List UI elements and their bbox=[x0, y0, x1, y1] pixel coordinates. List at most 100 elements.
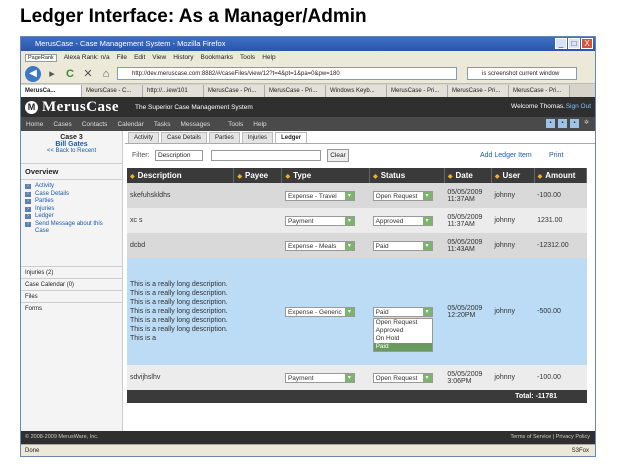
type-select[interactable]: Expense - Meals ▾ bbox=[284, 240, 355, 251]
date-text: 05/05/2009 bbox=[447, 213, 483, 221]
menu-edit[interactable]: Edit bbox=[134, 54, 145, 61]
menu-help[interactable]: Help bbox=[262, 54, 275, 61]
status-select[interactable]: Open Request ▾ bbox=[372, 372, 433, 383]
col-description[interactable]: ◆ Description bbox=[127, 168, 235, 183]
type-select[interactable]: Expense - Travel ▾ bbox=[284, 190, 355, 201]
status-select[interactable]: Paid ▾ bbox=[372, 240, 433, 251]
browser-tab[interactable]: MerusCase - Pri... bbox=[387, 85, 448, 97]
cell-date: 05/05/2009 12:20PM bbox=[444, 258, 492, 365]
filter-field-select[interactable]: Description bbox=[155, 150, 203, 161]
nav-help[interactable]: Help bbox=[253, 121, 266, 128]
doc-icon[interactable]: ▪ bbox=[570, 119, 579, 128]
close-button[interactable]: X bbox=[581, 38, 593, 49]
signout-link[interactable]: Sign Out bbox=[566, 103, 591, 110]
option-paid[interactable]: Paid bbox=[373, 343, 432, 351]
sidebar-item-send-message[interactable]: › Send Message about this Case bbox=[25, 221, 118, 236]
tab-case-details[interactable]: Case Details bbox=[161, 132, 208, 143]
browser-statusbar: Done S3Fox bbox=[21, 444, 595, 456]
nav-tools[interactable]: Tools bbox=[228, 121, 243, 128]
browser-tab[interactable]: MerusCase - Pri... bbox=[204, 85, 265, 97]
col-amount[interactable]: ◆ Amount bbox=[534, 168, 588, 183]
table-row[interactable]: dcbd Expense - Meals ▾ Paid ▾ 05/05/2009 11… bbox=[127, 233, 587, 258]
sidebar-item-activity[interactable]: › Activity bbox=[25, 183, 118, 191]
nav-cases[interactable]: Cases bbox=[53, 121, 71, 128]
col-date[interactable]: ◆ Date bbox=[444, 168, 492, 183]
clear-button[interactable]: Clear bbox=[327, 149, 349, 162]
type-value: Expense - Meals bbox=[287, 242, 337, 250]
sidebar-item-case-details[interactable]: › Case Details bbox=[25, 191, 118, 199]
browser-tab[interactable]: MerusCase - Pri... bbox=[509, 85, 570, 97]
option-open-request[interactable]: Open Request bbox=[374, 319, 432, 327]
home-button[interactable]: ⌂ bbox=[99, 68, 113, 80]
tab-injuries[interactable]: Injuries bbox=[241, 132, 274, 143]
browser-tab[interactable]: MeursCase - C... bbox=[82, 85, 143, 97]
menu-tools[interactable]: Tools bbox=[240, 54, 255, 61]
table-row-selected[interactable]: This is a really long description. This … bbox=[127, 258, 587, 365]
status-select[interactable]: Paid ▾ bbox=[372, 306, 433, 317]
browser-tab[interactable]: MerusCase - Pri... bbox=[448, 85, 509, 97]
user-icon[interactable]: ▪ bbox=[558, 119, 567, 128]
sidebar-section-injuries[interactable]: Injuries (2) bbox=[21, 266, 122, 278]
nav-home[interactable]: Home bbox=[26, 121, 43, 128]
print-link[interactable]: Print bbox=[549, 152, 563, 159]
minimize-button[interactable]: _ bbox=[555, 38, 567, 49]
option-on-hold[interactable]: On Hold bbox=[374, 335, 432, 343]
pagerank-badge[interactable]: PageRank bbox=[25, 53, 57, 62]
sidebar-item-ledger[interactable]: › Ledger bbox=[25, 213, 118, 221]
option-approved[interactable]: Approved bbox=[374, 327, 432, 335]
nav-contacts[interactable]: Contacts bbox=[82, 121, 108, 128]
type-select[interactable]: Expense - Generic ▾ bbox=[284, 306, 355, 317]
tab-ledger[interactable]: Ledger bbox=[275, 132, 308, 143]
back-button[interactable]: ◀ bbox=[25, 65, 41, 82]
nav-calendar[interactable]: Calendar bbox=[117, 121, 143, 128]
cell-payee bbox=[233, 258, 282, 365]
sidebar-section-forms[interactable]: Forms bbox=[21, 302, 122, 314]
filter-input[interactable] bbox=[211, 150, 321, 161]
chat-icon[interactable]: ▪ bbox=[546, 119, 555, 128]
s3fox-icon[interactable]: S3Fox bbox=[572, 445, 589, 456]
url-bar[interactable]: http://dev.meruscase.com:8882/#/caseFile… bbox=[117, 67, 457, 80]
col-type[interactable]: ◆ Type bbox=[281, 168, 371, 183]
sidebar-section-files[interactable]: Files bbox=[21, 290, 122, 302]
footer-links[interactable]: Terms of Service | Privacy Policy bbox=[510, 431, 590, 444]
sidebar-item-injuries[interactable]: › Injuries bbox=[25, 206, 118, 214]
browser-tab[interactable]: Windows Keyb... bbox=[326, 85, 387, 97]
table-row[interactable]: skefuhskldhs Expense - Travel ▾ Open Requ… bbox=[127, 183, 587, 208]
col-user[interactable]: ◆ User bbox=[491, 168, 535, 183]
app-header: M MerusCase The Superior Case Management… bbox=[21, 97, 595, 117]
main-content: Activity Case Details Parties Injuries L… bbox=[125, 131, 595, 431]
menu-bookmarks[interactable]: Bookmarks bbox=[200, 54, 233, 61]
browser-tab[interactable]: MerusCa... bbox=[21, 85, 82, 97]
maximize-button[interactable]: □ bbox=[568, 38, 580, 49]
table-row[interactable]: sdvijhslhv Payment ▾ Open Request ▾ 05/05/… bbox=[127, 365, 587, 390]
tab-parties[interactable]: Parties bbox=[209, 132, 240, 143]
menu-view[interactable]: View bbox=[152, 54, 166, 61]
reload-button[interactable]: C bbox=[63, 68, 77, 80]
col-label: Amount bbox=[545, 171, 576, 180]
settings-icon[interactable]: ✲ bbox=[582, 119, 591, 128]
search-input[interactable]: is screenshot current window bbox=[467, 67, 577, 80]
stop-button[interactable]: ✕ bbox=[81, 67, 95, 80]
tab-activity[interactable]: Activity bbox=[128, 132, 160, 143]
nav-messages[interactable]: Messages bbox=[180, 121, 210, 128]
sidebar-section-calendar[interactable]: Case Calendar (0) bbox=[21, 278, 122, 290]
forward-button[interactable]: ▸ bbox=[45, 67, 59, 80]
table-row[interactable]: xc s Payment ▾ Approved ▾ 05/05/2009 11:37A… bbox=[127, 208, 587, 233]
status-select[interactable]: Open Request ▾ bbox=[372, 190, 433, 201]
add-ledger-item-link[interactable]: Add Ledger Item bbox=[480, 152, 532, 159]
browser-tab[interactable]: MerusCase - Pri... bbox=[265, 85, 326, 97]
status-value: Paid bbox=[375, 308, 389, 316]
status-select[interactable]: Approved ▾ bbox=[372, 215, 433, 226]
client-name[interactable]: Bill Gates bbox=[21, 141, 122, 148]
menu-history[interactable]: History bbox=[173, 54, 193, 61]
back-to-recent-link[interactable]: << Back to Recent bbox=[21, 148, 122, 154]
col-payee[interactable]: ◆ Payee bbox=[233, 168, 283, 183]
menu-file[interactable]: File bbox=[117, 54, 127, 61]
ledger-table: ◆ Description ◆ Payee ◆ Type ◆ Status ◆ Date … bbox=[127, 168, 588, 390]
type-select[interactable]: Payment ▾ bbox=[284, 215, 355, 226]
col-status[interactable]: ◆ Status bbox=[369, 168, 445, 183]
sidebar-item-parties[interactable]: › Parties bbox=[25, 198, 118, 206]
nav-tasks[interactable]: Tasks bbox=[154, 121, 171, 128]
type-select[interactable]: Payment ▾ bbox=[284, 372, 355, 383]
browser-tab[interactable]: http://...iew/101 bbox=[143, 85, 204, 97]
